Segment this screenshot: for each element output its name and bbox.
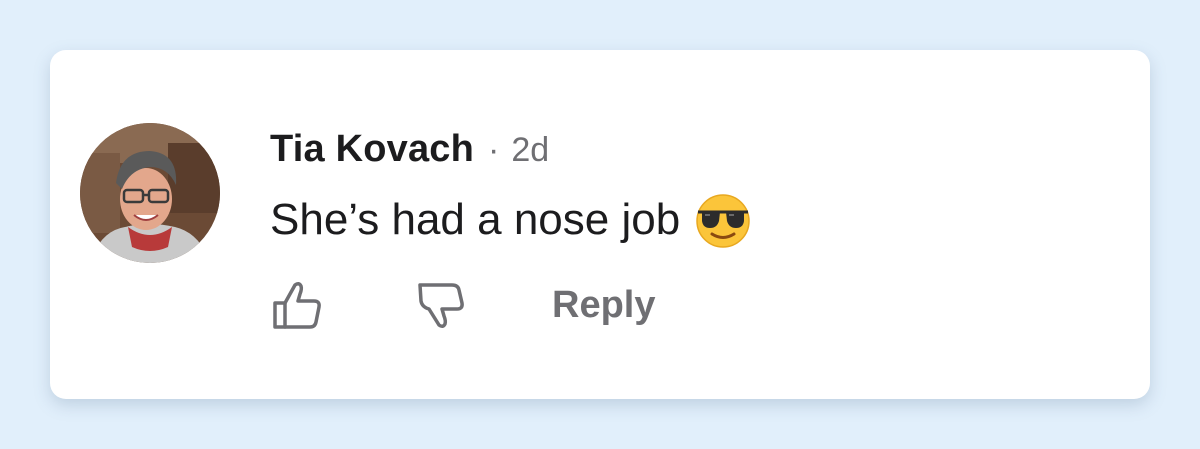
meta-separator: ·: [488, 131, 500, 169]
thumbs-down-icon: [418, 283, 464, 329]
comment-body: She’s had a nose job: [270, 190, 752, 250]
author-name[interactable]: Tia Kovach: [270, 128, 474, 171]
thumbs-up-icon: [273, 281, 321, 329]
comment-header: Tia Kovach · 2d: [270, 128, 549, 178]
comment-timestamp: 2d: [511, 131, 550, 169]
avatar[interactable]: [80, 123, 220, 263]
like-button[interactable]: [270, 277, 326, 333]
comment-actions: Reply: [270, 277, 655, 333]
reply-button[interactable]: Reply: [552, 284, 655, 327]
sunglasses-emoji-icon: [694, 191, 752, 249]
comment-text: She’s had a nose job: [270, 195, 681, 244]
comment-card: Tia Kovach · 2d She’s had a nose job Rep…: [50, 50, 1150, 399]
dislike-button[interactable]: [412, 277, 468, 333]
